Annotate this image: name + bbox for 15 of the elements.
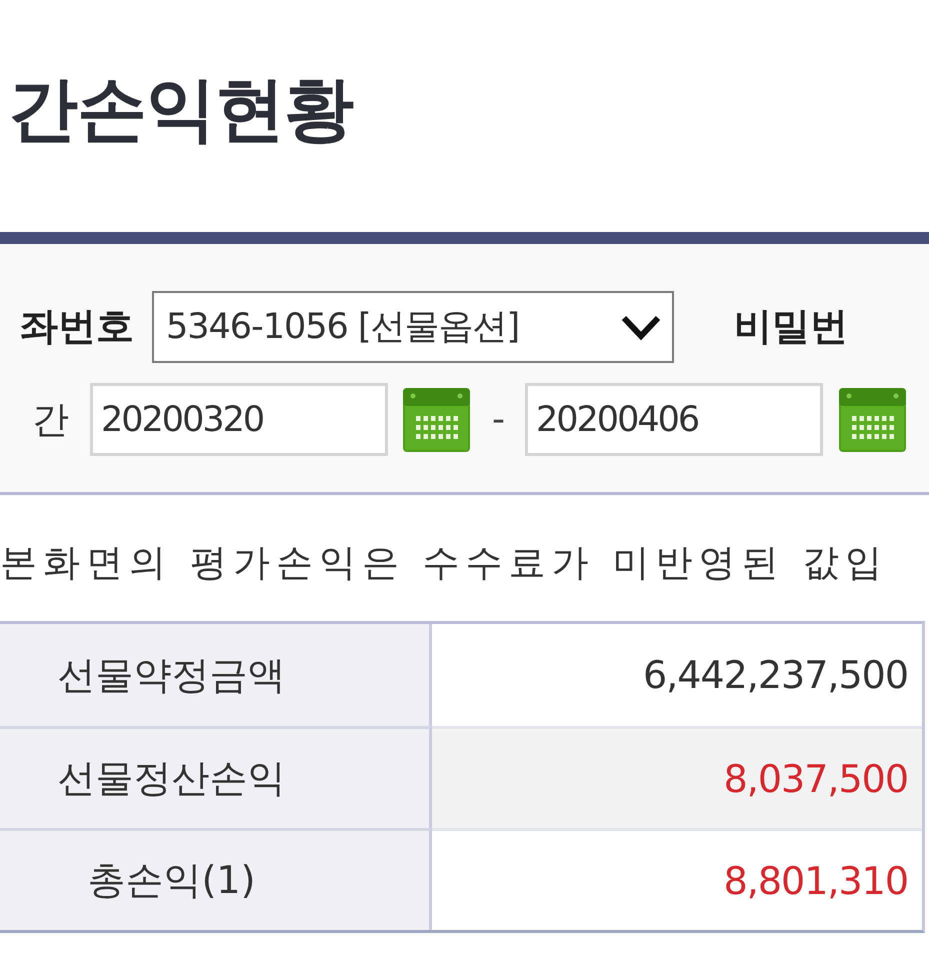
password-label: 비밀번: [734, 303, 848, 350]
end-date-field[interactable]: 20200406: [525, 383, 823, 456]
notice-text: 본화면의 평가손익은 수수료가 미반영된 값입: [0, 540, 888, 586]
account-select[interactable]: 5346-1056 [선물옵션]: [152, 290, 674, 362]
account-label: 좌번호: [20, 303, 134, 350]
date-separator: -: [492, 399, 506, 440]
start-date-field[interactable]: 20200320: [90, 383, 388, 456]
period-label: 간: [32, 396, 70, 442]
calendar-icon[interactable]: [839, 388, 906, 452]
row-header-cell: 선물정산손익: [0, 726, 432, 828]
amount-cell: 8,037,500: [432, 726, 922, 828]
row-header-cell: 선물약정금액: [0, 624, 432, 726]
page-title: 간손익현황: [8, 67, 353, 152]
calendar-icon[interactable]: [403, 388, 470, 452]
row-header-cell: 총손익(1): [0, 828, 432, 930]
